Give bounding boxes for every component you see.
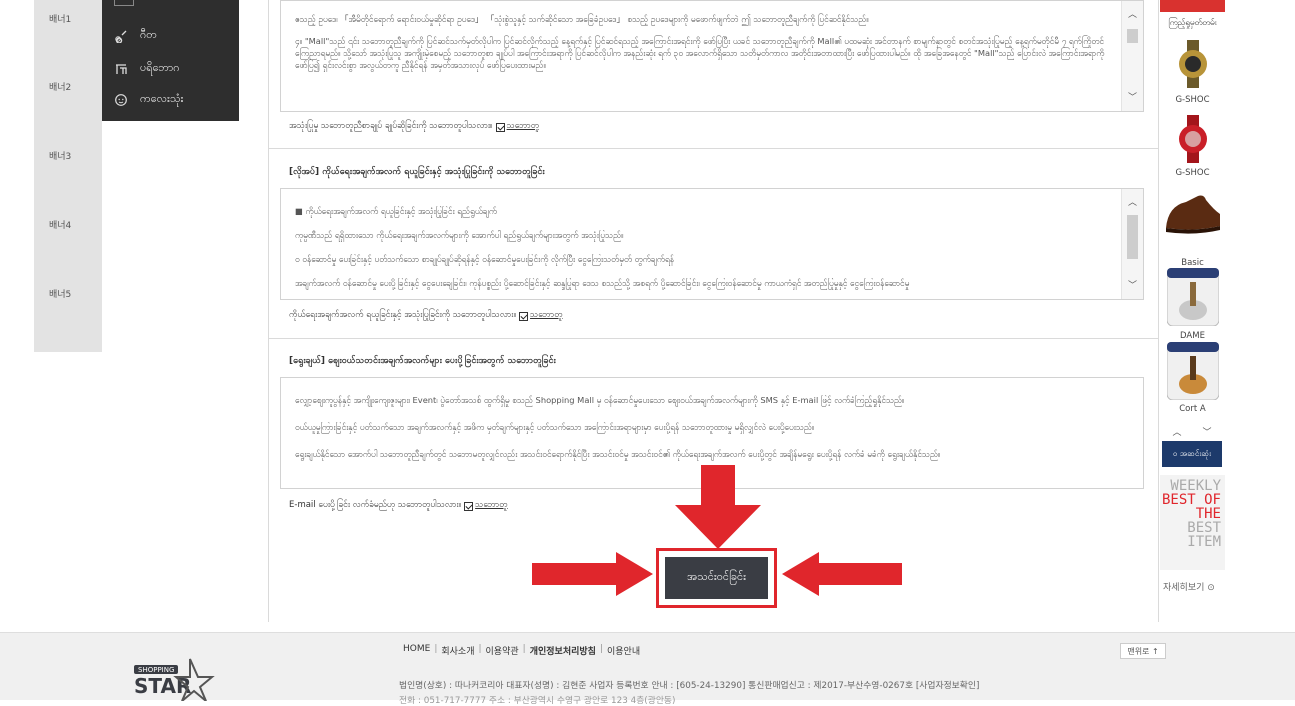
privacy-section-title: [လိုအပ်] ကိုယ်ရေးအချက်အလက် ရယူခြင်းနှင့်… [289,167,545,177]
arrow-right-icon [532,552,653,596]
watch-red-thumb[interactable] [1176,115,1210,163]
submit-highlight: အသင်းဝင်ခြင်း [656,548,777,608]
terms-line: ရွေးချယ်နိုင်သော အောက်ပါ သဘောတူညီချက်တွင… [295,449,941,459]
rail-item-label[interactable]: Basic [1160,258,1225,268]
agree-question: ကိုယ်ရေးအချက်အလက် ရယူခြင်းနှင့် အသုံးပြု… [289,310,517,320]
menu-item-music[interactable]: ဂီတ [114,24,157,48]
guitar-dame-thumb[interactable] [1167,268,1219,326]
terms-of-use-agree: အသုံးပြုမှု သဘောတူညီစာချုပ် ချုပ်ဆိုခြင်… [289,121,539,133]
scroll-up-icon[interactable]: ︿ [1128,195,1137,208]
content-frame-right [1158,0,1159,622]
footer-link-guide[interactable]: 이용안내 [603,644,644,657]
baby-icon [115,94,127,106]
content-frame-left [268,0,269,622]
footer-link-about[interactable]: 회사소개 [437,644,478,657]
svg-text:SHOPPING: SHOPPING [138,666,174,674]
banner-5[interactable]: 배너5 [49,287,71,300]
circle-arrow-icon: ⊙ [1207,583,1215,593]
email-agree: E-mail ပေးပို့ခြင်း လက်ခံမည်ဟု သဘောတူပါသ… [289,500,508,512]
menu-item-label: ဂီတ [140,28,157,41]
terms-line: ■ ကိုယ်ရေးအချက်အလက် ရယူခြင်းနှင့် အသုံးပ… [295,206,497,216]
footer: SHOPPING STAR HOME | 회사소개 | 이용약관 | 개인정보처리방침… [0,632,1295,706]
scroll-down-icon[interactable]: ﹀ [1128,90,1137,103]
chair-icon [116,64,127,74]
terms-line: အချက်အလက် ဝန်ဆောင်မှု ပေးပို့ခြင်းနှင့် … [295,278,910,288]
email-checkbox[interactable] [464,501,474,511]
more-link[interactable]: 자세히보기 ⊙ [1163,580,1215,593]
scroll-down-icon[interactable]: ﹀ [1128,278,1137,291]
rail-header-bar [1160,0,1225,12]
banner-3[interactable]: 배너3 [49,149,71,162]
terms-line: ဝ ဝန်ဆောင်မှု ပေးခြင်းနှင့် ပတ်သက်သော စာ… [295,254,675,264]
terms-line: ဧသည့် ဥပဒေ၊ 「အီမိတိုင်ရောက် ရောင်းဝယ်မှု… [295,14,869,24]
marketing-section-title: [ရွေးချယ်] စျေးဝယ်သတင်းအချက်အလက်များ ပေး… [289,356,556,366]
more-label: 자세히보기 [1163,583,1205,593]
privacy-terms-textbox[interactable]: ■ ကိုယ်ရေးအချက်အလက် ရယူခြင်းနှင့် အသုံးပ… [280,188,1144,300]
agree-question: အသုံးပြုမှု သဘောတူညီစာချုပ် ချုပ်ဆိုခြင်… [289,121,493,131]
agree-label[interactable]: သဘောတူ [475,500,507,512]
terms-line: ဝယ်ယူမှုကြားခြင်းနှင့် ပတ်သက်သော အချက်အလ… [295,422,815,432]
scroll-up-icon[interactable]: ︿ [1128,7,1137,20]
banner-2[interactable]: 배너2 [49,80,71,93]
divider [268,148,1158,149]
weekly-best-banner[interactable]: WEEKLY BEST OF THE BEST ITEM [1160,475,1225,570]
category-menu: ဂီတ ပရိဘောဂ ကလေးသုံး [102,0,239,121]
footer-link-home[interactable]: HOME [399,644,434,657]
join-submit-button[interactable]: အသင်းဝင်ခြင်း [665,557,768,599]
rail-down-icon[interactable]: ﹀ [1202,425,1211,438]
terms-of-use-checkbox[interactable] [495,122,505,132]
terms-line: လျှော့စျေးကူပွန်နှင့် အကျိုးကျေးဇူးများ၊… [295,395,905,405]
guitar-cort-thumb[interactable] [1167,342,1219,400]
watch-gold-thumb[interactable] [1176,40,1210,88]
footer-link-privacy[interactable]: 개인정보처리방침 [526,647,600,657]
recent-view-title: ကြည့်ရှုမှတ်တမ်း [1168,18,1217,27]
terms-line: ကုမ္ပဏီသည် ရရှိထားသော ကိုယ်ရေးအချက်အလက်မ… [295,230,624,240]
menu-item-label: ပရိဘောဂ [140,61,180,74]
recent-items-button[interactable]: ၀ အဆင်းဆုံး [1162,441,1222,467]
privacy-scrollbar[interactable]: ︿ ﹀ [1121,189,1143,299]
weekly-text: WEEKLY [1170,478,1221,494]
company-info: 법인명(상호) : 따나커코리아 대표자(성명) : 김현준 사업자 등록번호 … [399,681,980,691]
menu-item-baby[interactable]: ကလေးသုံး [114,88,183,112]
menu-item-label: ကလေးသုံး [140,92,184,105]
rail-item-label[interactable]: Cort A [1160,404,1225,414]
guitar-icon [115,30,127,43]
shoe-thumb[interactable] [1164,192,1222,236]
rail-item-label[interactable]: G-SHOC [1160,168,1225,178]
agree-label[interactable]: သဘောတူ [530,310,562,322]
banner-1[interactable]: 배너1 [49,12,71,25]
terms-scrollbar[interactable]: ︿ ﹀ [1121,1,1143,111]
rail-nav: ︿ ﹀ [1162,421,1222,441]
privacy-agree: ကိုယ်ရေးအချက်အလက် ရယူခြင်းနှင့် အသုံးပြု… [289,310,563,322]
best-of-text: BEST OF THE [1161,492,1221,522]
divider [268,338,1158,339]
scroll-thumb[interactable] [1127,215,1138,259]
banner-column: 배너1 배너2 배너3 배너4 배너5 [34,0,102,352]
shopping-star-logo: SHOPPING STAR [134,658,215,701]
privacy-checkbox[interactable] [519,311,529,321]
menu-item-furniture[interactable]: ပရိဘောဂ [114,57,180,81]
rail-item-label[interactable]: G-SHOC [1160,95,1225,105]
terms-of-use-textbox[interactable]: ဧသည့် ဥပဒေ၊ 「အီမိတိုင်ရောက် ရောင်းဝယ်မှု… [280,0,1144,112]
terms-line: ၄။ "Mall"သည် ၎င်း သဘောတူညီချက်ကို ပြင်ဆင… [295,36,1105,70]
best-item-text: BEST ITEM [1187,520,1221,550]
rail-item-label[interactable]: DAME [1160,331,1225,341]
banner-4[interactable]: 배너4 [49,218,71,231]
agree-label[interactable]: သဘောတူ [507,121,539,133]
agree-question: E-mail ပေးပို့ခြင်း လက်ခံမည်ဟု သဘောတူပါသ… [289,500,462,510]
footer-link-terms[interactable]: 이용약관 [482,644,523,657]
footer-nav: HOME | 회사소개 | 이용약관 | 개인정보처리방침 | 이용안내 [399,644,644,657]
rail-up-icon[interactable]: ︿ [1172,425,1181,438]
scroll-thumb[interactable] [1127,29,1138,43]
arrow-down-icon [675,465,761,549]
arrow-left-icon [782,552,902,596]
menu-partial-item-icon [114,0,134,6]
back-to-top-button[interactable]: 맨위로 ↑ [1120,643,1166,659]
